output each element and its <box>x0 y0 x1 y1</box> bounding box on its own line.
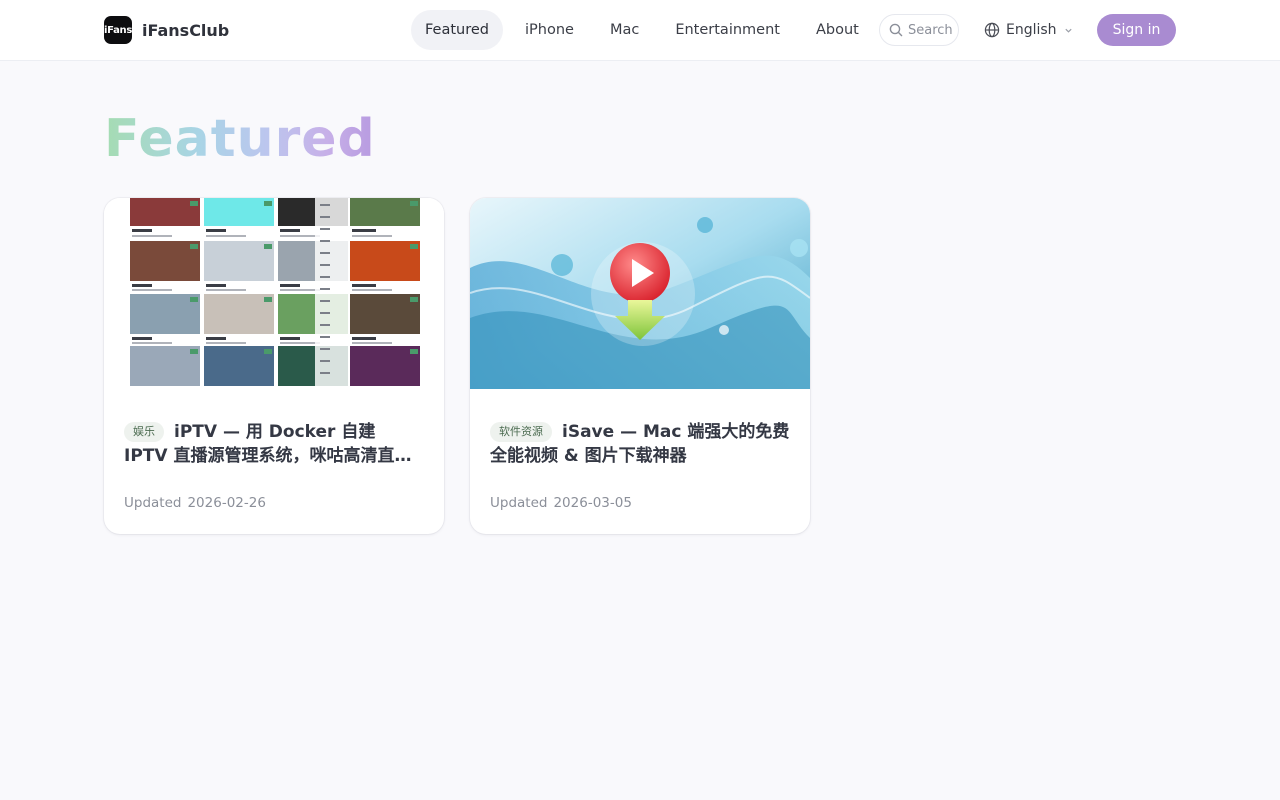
date-value: 2026-02-26 <box>187 495 266 511</box>
top-navbar: iFans iFansClub Featured iPhone Mac Ente… <box>0 0 1280 61</box>
iptv-screenshot-image <box>104 198 444 389</box>
language-selector[interactable]: English <box>984 18 1073 42</box>
sign-in-button[interactable]: Sign in <box>1097 14 1176 46</box>
article-title[interactable]: 软件资源 iSave — Mac 端强大的免费全能视频 & 图片下载神器 <box>490 420 790 468</box>
page-title: Featured <box>104 109 376 169</box>
nav-iphone[interactable]: iPhone <box>511 10 588 50</box>
article-card[interactable]: 软件资源 iSave — Mac 端强大的免费全能视频 & 图片下载神器 Upda… <box>470 198 810 534</box>
category-tag[interactable]: 软件资源 <box>490 422 552 442</box>
updated-date: Updated 2026-02-26 <box>124 495 272 511</box>
brand-name[interactable]: iFansClub <box>142 21 229 40</box>
main-nav: Featured iPhone Mac Entertainment About <box>411 10 881 50</box>
brand[interactable]: iFans iFansClub <box>104 16 229 44</box>
article-thumbnail[interactable] <box>104 198 444 389</box>
chevron-down-icon <box>1064 28 1072 33</box>
search-placeholder: Search <box>908 22 953 38</box>
card-body: 软件资源 iSave — Mac 端强大的免费全能视频 & 图片下载神器 <box>490 420 790 468</box>
globe-icon <box>984 22 1000 38</box>
nav-mac[interactable]: Mac <box>596 10 653 50</box>
nav-featured[interactable]: Featured <box>411 10 503 50</box>
nav-about[interactable]: About <box>802 10 873 50</box>
search-input[interactable]: Search <box>879 14 959 46</box>
nav-entertainment[interactable]: Entertainment <box>661 10 794 50</box>
category-tag[interactable]: 娱乐 <box>124 422 164 442</box>
logo-icon[interactable]: iFans <box>104 16 132 44</box>
article-card[interactable]: 娱乐 iPTV — 用 Docker 自建 IPTV 直播源管理系统，咪咕高清直播… <box>104 198 444 534</box>
search-icon <box>889 23 903 37</box>
card-body: 娱乐 iPTV — 用 Docker 自建 IPTV 直播源管理系统，咪咕高清直播… <box>124 420 424 468</box>
updated-label: Updated <box>124 495 182 511</box>
article-title-text: iPTV — 用 Docker 自建 IPTV 直播源管理系统，咪咕高清直播源 <box>124 422 412 466</box>
updated-date: Updated 2026-03-05 <box>490 495 638 511</box>
isave-app-illustration <box>470 198 810 389</box>
date-value: 2026-03-05 <box>553 495 632 511</box>
article-title[interactable]: 娱乐 iPTV — 用 Docker 自建 IPTV 直播源管理系统，咪咕高清直播… <box>124 420 424 468</box>
article-thumbnail[interactable] <box>470 198 810 389</box>
language-label: English <box>1006 22 1057 38</box>
updated-label: Updated <box>490 495 548 511</box>
